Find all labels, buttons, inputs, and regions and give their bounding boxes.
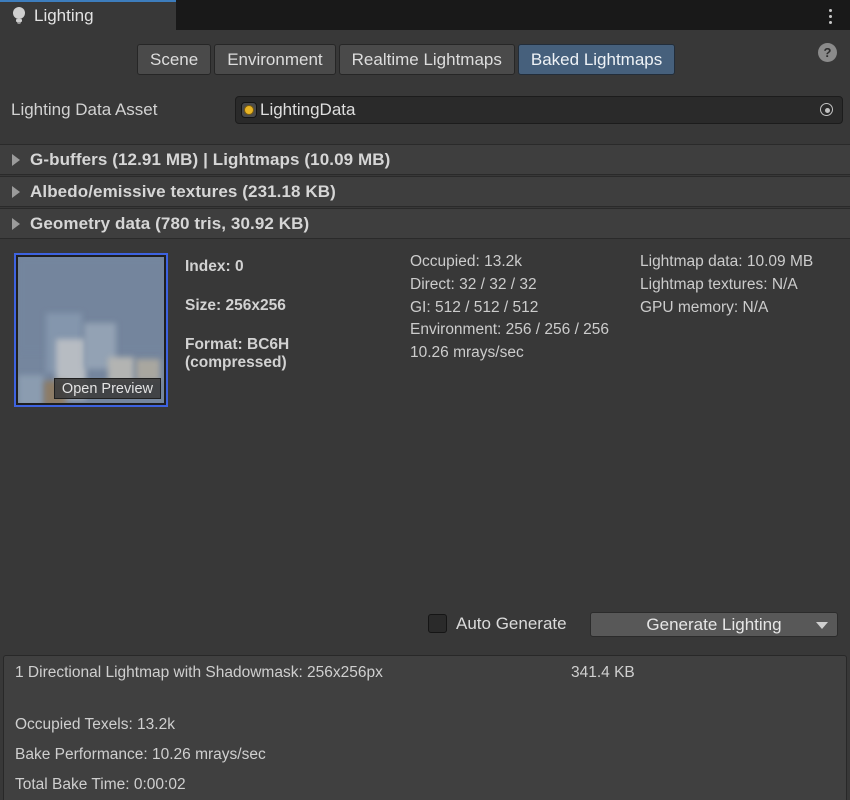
generate-lighting-button[interactable]: Generate Lighting bbox=[590, 612, 838, 637]
tab-baked-lightmaps[interactable]: Baked Lightmaps bbox=[518, 44, 675, 75]
lightmap-format: Format: BC6H (compressed) bbox=[185, 336, 395, 372]
lighting-data-asset-label: Lighting Data Asset bbox=[11, 100, 157, 120]
occupied-texels-text: Occupied Texels: 13.2k bbox=[15, 716, 175, 734]
foldout-albedo-emissive[interactable]: Albedo/emissive textures (231.18 KB) bbox=[0, 176, 850, 207]
stat-environment: Environment: 256 / 256 / 256 bbox=[410, 319, 635, 342]
foldout-arrow-icon bbox=[12, 186, 20, 198]
lightbulb-icon bbox=[12, 7, 26, 25]
stat-lightmap-textures: Lightmap textures: N/A bbox=[640, 274, 845, 297]
memory-stats-column: Lightmap data: 10.09 MB Lightmap texture… bbox=[640, 251, 845, 319]
lightmap-details-column: Index: 0 Size: 256x256 Format: BC6H (com… bbox=[185, 258, 395, 393]
lighting-data-asset-row: Lighting Data Asset LightingData bbox=[0, 88, 850, 132]
lightmap-preview-row: Open Preview Index: 0 Size: 256x256 Form… bbox=[0, 248, 850, 418]
lighting-window: Lighting Scene Environment Realtime Ligh… bbox=[0, 0, 850, 800]
foldout-title: Albedo/emissive textures (231.18 KB) bbox=[30, 182, 336, 202]
lighting-data-asset-icon bbox=[241, 102, 257, 118]
lighting-data-asset-field[interactable]: LightingData bbox=[235, 96, 843, 124]
window-titlebar: Lighting bbox=[0, 0, 850, 30]
foldout-title: Geometry data (780 tris, 30.92 KB) bbox=[30, 214, 309, 234]
lightmap-summary-text: 1 Directional Lightmap with Shadowmask: … bbox=[15, 664, 383, 682]
bake-performance-text: Bake Performance: 10.26 mrays/sec bbox=[15, 746, 266, 764]
lightmap-size: Size: 256x256 bbox=[185, 297, 395, 315]
help-icon[interactable]: ? bbox=[818, 43, 837, 62]
mode-tab-group: Scene Environment Realtime Lightmaps Bak… bbox=[137, 44, 675, 75]
foldout-title: G-buffers (12.91 MB) | Lightmaps (10.09 … bbox=[30, 150, 390, 170]
object-picker-icon[interactable] bbox=[816, 99, 838, 121]
foldout-arrow-icon bbox=[12, 218, 20, 230]
tab-realtime-lightmaps[interactable]: Realtime Lightmaps bbox=[339, 44, 515, 75]
foldout-section: G-buffers (12.91 MB) | Lightmaps (10.09 … bbox=[0, 144, 850, 240]
window-title: Lighting bbox=[34, 6, 94, 26]
tab-environment[interactable]: Environment bbox=[214, 44, 335, 75]
lightmap-summary-size: 341.4 KB bbox=[571, 664, 635, 682]
dropdown-arrow-icon[interactable] bbox=[816, 622, 828, 629]
bake-stats-column: Occupied: 13.2k Direct: 32 / 32 / 32 GI:… bbox=[410, 251, 635, 365]
lightmap-index: Index: 0 bbox=[185, 258, 395, 276]
stat-lightmap-data: Lightmap data: 10.09 MB bbox=[640, 251, 845, 274]
stat-gpu-memory: GPU memory: N/A bbox=[640, 297, 845, 320]
stat-gi: GI: 512 / 512 / 512 bbox=[410, 297, 635, 320]
auto-generate-checkbox[interactable] bbox=[428, 614, 447, 633]
lighting-data-asset-value: LightingData bbox=[260, 100, 816, 120]
bake-summary-panel: 1 Directional Lightmap with Shadowmask: … bbox=[3, 655, 847, 800]
auto-generate-label: Auto Generate bbox=[456, 614, 567, 634]
open-preview-button[interactable]: Open Preview bbox=[54, 378, 161, 399]
stat-mrays: 10.26 mrays/sec bbox=[410, 342, 635, 365]
generate-row: Auto Generate Generate Lighting bbox=[0, 610, 850, 642]
tab-scene[interactable]: Scene bbox=[137, 44, 211, 75]
kebab-menu-icon[interactable] bbox=[822, 6, 838, 26]
stat-occupied: Occupied: 13.2k bbox=[410, 251, 635, 274]
foldout-arrow-icon bbox=[12, 154, 20, 166]
stat-direct: Direct: 32 / 32 / 32 bbox=[410, 274, 635, 297]
window-tab-lighting[interactable]: Lighting bbox=[0, 0, 176, 30]
mode-toolbar: Scene Environment Realtime Lightmaps Bak… bbox=[0, 30, 850, 88]
lightmap-thumbnail[interactable]: Open Preview bbox=[14, 253, 168, 407]
total-bake-time-text: Total Bake Time: 0:00:02 bbox=[15, 776, 186, 794]
generate-lighting-label: Generate Lighting bbox=[646, 615, 781, 635]
foldout-gbuffers-lightmaps[interactable]: G-buffers (12.91 MB) | Lightmaps (10.09 … bbox=[0, 144, 850, 175]
foldout-geometry-data[interactable]: Geometry data (780 tris, 30.92 KB) bbox=[0, 208, 850, 239]
